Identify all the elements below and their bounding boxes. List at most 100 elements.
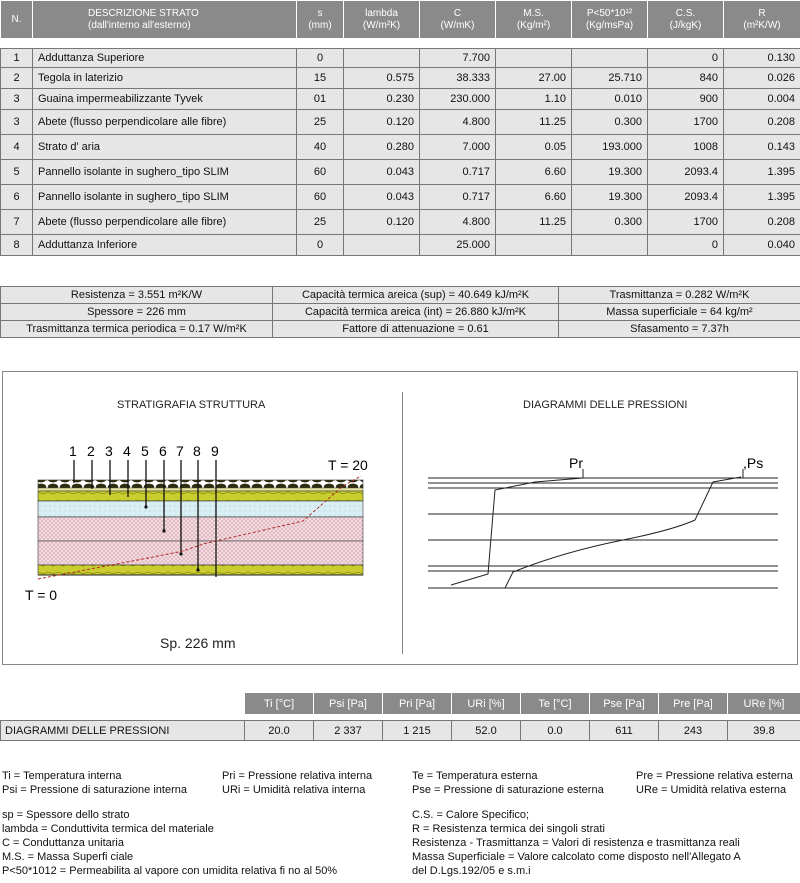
- cell-r: 0.040: [723, 234, 800, 256]
- cell-cs: 0: [647, 48, 724, 68]
- cell-c: 38.333: [419, 67, 496, 89]
- cell-permeability: 19.300: [571, 159, 648, 185]
- cell-permeability: 0.300: [571, 209, 648, 235]
- cell-descrizione: Strato d' aria: [32, 134, 297, 160]
- pressure-header-cell: Pri [Pa]: [382, 692, 452, 715]
- pressure-header-cell: Ti [°C]: [244, 692, 314, 715]
- layer-row: 2 Tegola in laterizio 15 0.575 38.333 27.00 25…: [0, 67, 800, 89]
- header-s: s (mm): [296, 0, 344, 39]
- cell-r: 0.130: [723, 48, 800, 68]
- layer-row: 8 Adduttanza Inferiore 0 25.000 0 0.040: [0, 234, 800, 256]
- summary-cell: Resistenza = 3.551 m²K/W: [0, 286, 273, 304]
- cell-s: 0: [296, 48, 344, 68]
- layer-row: 5 Pannello isolante in sughero_tipo SLIM 6…: [0, 159, 800, 185]
- layer-number: 3: [105, 443, 113, 459]
- cell-descrizione: Adduttanza Inferiore: [32, 234, 297, 256]
- cell-permeability: 19.300: [571, 184, 648, 210]
- cell-ms: 1.10: [495, 88, 572, 110]
- cell-s: 25: [296, 209, 344, 235]
- cell-descrizione: Pannello isolante in sughero_tipo SLIM: [32, 184, 297, 210]
- header-cs: C.S. (J/kgK): [647, 0, 724, 39]
- cell-n: 3: [0, 88, 33, 110]
- pressure-grid-lines: [428, 477, 778, 589]
- pressure-diagram-title: DIAGRAMMI DELLE PRESSIONI: [523, 399, 688, 411]
- layer-wood-bottom: [37, 564, 364, 576]
- cell-lambda: 0.120: [343, 109, 420, 135]
- cell-c: 0.717: [419, 184, 496, 210]
- pressure-value-cell: 2 337: [313, 720, 383, 741]
- cell-s: 40: [296, 134, 344, 160]
- cell-lambda: 0.120: [343, 209, 420, 235]
- stratigraphy-title: STRATIGRAFIA STRUTTURA: [117, 399, 266, 411]
- diagrams-panel: STRATIGRAFIA STRUTTURA DIAGRAMMI DELLE P…: [2, 371, 798, 665]
- layer-row: 1 Adduttanza Superiore 0 7.700 0 0.130: [0, 48, 800, 68]
- cell-ms: [495, 48, 572, 68]
- cell-lambda: [343, 48, 420, 68]
- cell-s: 01: [296, 88, 344, 110]
- layer-membrane: [37, 487, 364, 492]
- pressure-diagram: Pr ,Ps: [428, 455, 778, 589]
- legend-col-3: Te = Temperatura esterna Pse = Pressione…: [412, 770, 604, 796]
- pressure-header-cell: URi [%]: [451, 692, 521, 715]
- cell-c: 4.800: [419, 209, 496, 235]
- legend-col-4: Pre = Pressione relativa esterna URe = U…: [636, 770, 793, 796]
- pressure-header-cell: Pse [Pa]: [589, 692, 659, 715]
- summary-cell: Capacità termica areica (sup) = 40.649 k…: [272, 286, 559, 304]
- pressure-values-row: DIAGRAMMI DELLE PRESSIONI 20.0 2 337 1 215…: [0, 720, 800, 741]
- pressure-value-cell: 39.8: [727, 720, 800, 741]
- cell-r: 0.004: [723, 88, 800, 110]
- pressure-header-cell: URe [%]: [727, 692, 800, 715]
- cell-ms: 27.00: [495, 67, 572, 89]
- summary-cell: Fattore di attenuazione = 0.61: [272, 320, 559, 338]
- layers-table: N. DESCRIZIONE STRATO (dall'interno all'e…: [0, 0, 800, 256]
- cell-lambda: 0.575: [343, 67, 420, 89]
- cell-lambda: 0.043: [343, 184, 420, 210]
- pressure-table: Ti [°C] Psi [Pa] Pri [Pa] URi [%] Te [°C] Pse…: [0, 692, 800, 741]
- cell-descrizione: Abete (flusso perpendicolare alle fibre): [32, 109, 297, 135]
- cell-r: 0.143: [723, 134, 800, 160]
- cell-n: 8: [0, 234, 33, 256]
- pr-label: Pr: [569, 455, 583, 471]
- cell-c: 25.000: [419, 234, 496, 256]
- cell-ms: [495, 234, 572, 256]
- cell-descrizione: Adduttanza Superiore: [32, 48, 297, 68]
- pressure-header-cell: Te [°C]: [520, 692, 590, 715]
- cell-lambda: 0.230: [343, 88, 420, 110]
- cell-r: 0.208: [723, 109, 800, 135]
- summary-row: Spessore = 226 mm Capacità termica areica…: [0, 303, 800, 321]
- summary-row: Resistenza = 3.551 m²K/W Capacità termica…: [0, 286, 800, 304]
- summary-cell: Sfasamento = 7.37h: [558, 320, 800, 338]
- header-descrizione: DESCRIZIONE STRATO (dall'interno all'este…: [32, 0, 297, 39]
- layer-tile: [37, 479, 364, 489]
- layers-header-row: N. DESCRIZIONE STRATO (dall'interno all'e…: [0, 0, 800, 39]
- header-ms: M.S. (Kg/m²): [495, 0, 572, 39]
- layer-number: 6: [159, 443, 167, 459]
- pressure-value-cell: 52.0: [451, 720, 521, 741]
- pr-curve: [450, 477, 584, 586]
- layer-air: [37, 500, 364, 518]
- cell-c: 7.000: [419, 134, 496, 160]
- legend-col-2: Pri = Pressione relativa interna URi = U…: [222, 770, 373, 796]
- layer-number: 7: [176, 443, 184, 459]
- layer-wood-top: [37, 490, 364, 502]
- cell-c: 4.800: [419, 109, 496, 135]
- cell-lambda: 0.043: [343, 159, 420, 185]
- cell-r: 1.395: [723, 184, 800, 210]
- cell-ms: 11.25: [495, 109, 572, 135]
- cell-ms: 6.60: [495, 159, 572, 185]
- cell-c: 7.700: [419, 48, 496, 68]
- layer-number: 5: [141, 443, 149, 459]
- cell-n: 7: [0, 209, 33, 235]
- header-r: R (m²K/W): [723, 0, 800, 39]
- summary-row: Trasmittanza termica periodica = 0.17 W/…: [0, 320, 800, 338]
- layer-number: 1: [69, 443, 77, 459]
- pressure-header-cell: Pre [Pa]: [658, 692, 728, 715]
- summary-cell: Trasmittanza termica periodica = 0.17 W/…: [0, 320, 273, 338]
- cell-permeability: 25.710: [571, 67, 648, 89]
- summary-cell: Spessore = 226 mm: [0, 303, 273, 321]
- cell-n: 2: [0, 67, 33, 89]
- cell-cs: 1008: [647, 134, 724, 160]
- cell-s: 60: [296, 184, 344, 210]
- thickness-label: Sp. 226 mm: [160, 635, 236, 651]
- pressure-value-cell: 20.0: [244, 720, 314, 741]
